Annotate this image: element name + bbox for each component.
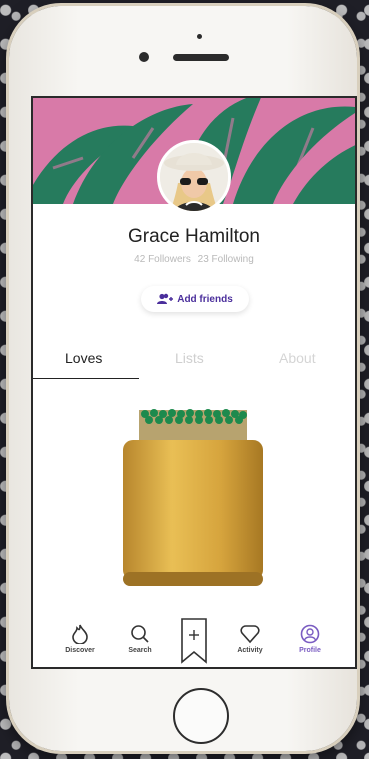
nav-profile[interactable]: Profile: [285, 624, 335, 654]
user-icon: [300, 624, 320, 644]
profile-avatar[interactable]: [157, 140, 231, 214]
profile-tabs: Loves Lists About: [33, 340, 355, 380]
nav-add-bookmark[interactable]: [169, 618, 219, 667]
add-friends-button[interactable]: Add friends: [141, 286, 249, 312]
heart-icon: [240, 625, 260, 644]
front-sensor: [197, 34, 202, 39]
flame-icon: [72, 624, 88, 644]
bottom-navigation: Discover Search Activity Profile: [33, 616, 355, 667]
nav-profile-label: Profile: [299, 647, 321, 654]
tab-about[interactable]: About: [279, 350, 316, 366]
nav-search-label: Search: [128, 647, 152, 654]
search-icon: [131, 625, 149, 643]
app-screen: Grace Hamilton 42 Followers 23 Following…: [31, 96, 357, 669]
active-tab-indicator: [33, 378, 139, 379]
tab-lists[interactable]: Lists: [175, 350, 204, 366]
tab-loves[interactable]: Loves: [65, 350, 102, 366]
loved-item-image[interactable]: [123, 404, 263, 594]
add-friends-icon: [157, 293, 174, 304]
bookmark-plus-icon: [181, 618, 207, 664]
home-button[interactable]: [173, 688, 229, 744]
nav-search[interactable]: Search: [115, 624, 165, 654]
front-camera: [139, 52, 149, 62]
nav-discover-label: Discover: [65, 647, 95, 654]
follow-counts: 42 Followers 23 Following: [33, 254, 355, 265]
nav-activity-label: Activity: [237, 647, 263, 654]
nav-activity[interactable]: Activity: [225, 624, 275, 654]
nav-discover[interactable]: Discover: [55, 624, 105, 654]
earpiece-speaker: [173, 54, 229, 61]
add-friends-label: Add friends: [177, 293, 233, 305]
profile-name: Grace Hamilton: [128, 226, 260, 247]
following-count[interactable]: 23 Following: [198, 254, 254, 265]
followers-count[interactable]: 42 Followers: [134, 254, 191, 265]
